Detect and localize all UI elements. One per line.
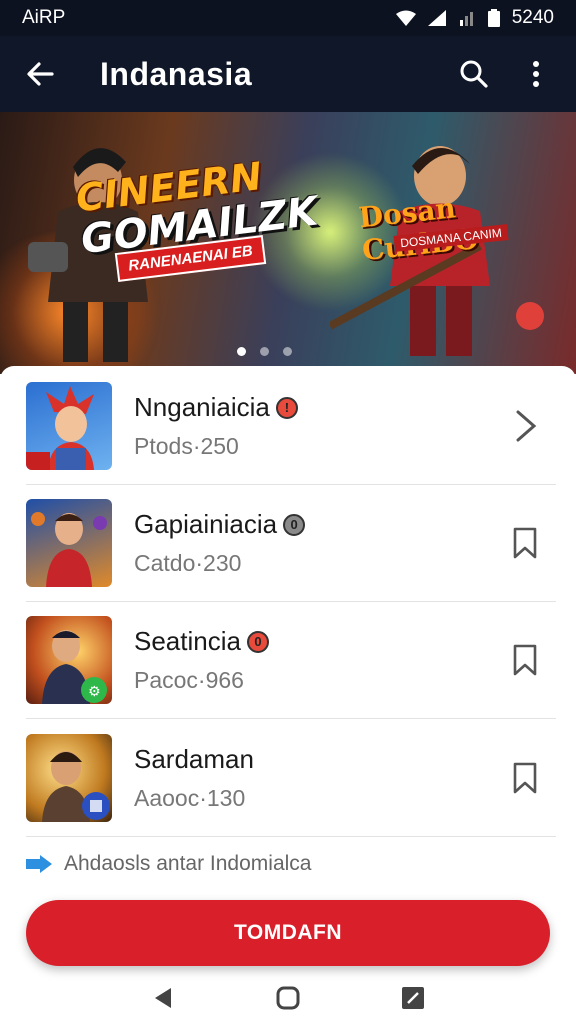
- item-name-row: Seatincia 0: [134, 626, 502, 657]
- nav-home-button[interactable]: [268, 978, 308, 1018]
- bookmark-icon: [513, 762, 537, 794]
- search-icon: [460, 60, 488, 88]
- list-item[interactable]: ⚙ Seatincia 0 Pacoc·966: [26, 602, 556, 719]
- footer-note[interactable]: Ahdaosls antar Indomialca: [26, 852, 311, 876]
- more-vert-icon: [533, 61, 539, 87]
- bookmark-icon: [513, 527, 537, 559]
- nav-recents-icon: [402, 987, 425, 1009]
- chevron-right-icon: [516, 410, 537, 442]
- item-text: Sardaman Aaooc·130: [134, 744, 502, 812]
- status-bar: AiRP 5240: [0, 0, 576, 36]
- nav-back-button[interactable]: [143, 978, 183, 1018]
- item-thumbnail: [26, 499, 112, 587]
- item-subtitle: Pacoc·966: [134, 667, 244, 693]
- carousel-dots: [0, 347, 552, 356]
- time-label: 5240: [511, 7, 554, 28]
- more-menu-button[interactable]: [514, 52, 558, 96]
- bookmark-button[interactable]: [502, 755, 548, 801]
- bookmark-button[interactable]: [502, 637, 548, 683]
- list-item[interactable]: Gapiainiacia 0 Catdo·230: [26, 485, 556, 602]
- item-text: Seatincia 0 Pacoc·966: [134, 626, 502, 694]
- carousel-dot-2[interactable]: [259, 347, 269, 356]
- item-subtitle: Ptods·250: [134, 433, 239, 459]
- bookmark-icon: [513, 644, 537, 676]
- list-item[interactable]: Sardaman Aaooc·130: [26, 720, 556, 837]
- app-bar: Indanasia: [0, 36, 576, 112]
- nav-recents-button[interactable]: [393, 978, 433, 1018]
- character-thumb-icon: [31, 512, 107, 587]
- system-nav-bar: [0, 972, 576, 1024]
- status-badge-icon: 0: [246, 630, 269, 653]
- item-thumbnail: [26, 382, 112, 470]
- signal-icon: [427, 10, 446, 26]
- character-thumb-icon: [42, 751, 110, 822]
- primary-cta-button[interactable]: TOMDAFN: [26, 900, 550, 966]
- item-thumbnail: ⚙: [26, 616, 112, 704]
- back-button[interactable]: [18, 52, 62, 96]
- open-item-button[interactable]: [502, 403, 548, 449]
- carousel-dot-1[interactable]: [236, 347, 246, 356]
- character-thumb-icon: [26, 386, 94, 470]
- footer-note-text: Ahdaosls antar Indomialca: [64, 852, 312, 875]
- status-badge-icon: !: [275, 396, 298, 419]
- carousel-dot-3[interactable]: [282, 347, 292, 356]
- item-name-row: Nnganiaicia !: [134, 392, 502, 423]
- status-icons: 5240: [395, 7, 554, 29]
- character-thumb-icon: ⚙: [42, 630, 107, 704]
- wifi-icon: [395, 10, 416, 26]
- item-text: Gapiainiacia 0 Catdo·230: [134, 509, 502, 577]
- nav-home-icon: [276, 986, 300, 1010]
- bookmark-button[interactable]: [502, 520, 548, 566]
- banner-carousel[interactable]: CINEERN GOMAILZK RANENAENAI EB Dosan Cur…: [0, 112, 576, 374]
- signal-bars-icon: [459, 12, 473, 26]
- item-subtitle: Catdo·230: [134, 550, 242, 576]
- list-item[interactable]: Nnganiaicia ! Ptods·250: [26, 368, 556, 485]
- item-thumbnail: [26, 734, 112, 822]
- item-subtitle: Aaooc·130: [134, 785, 246, 811]
- arrow-left-icon: [27, 62, 54, 86]
- item-name: Seatincia: [134, 626, 241, 656]
- svg-text:⚙: ⚙: [88, 684, 101, 700]
- item-name-row: Sardaman: [134, 744, 502, 775]
- status-badge-icon: 0: [283, 513, 306, 536]
- item-text: Nnganiaicia ! Ptods·250: [134, 392, 502, 460]
- item-name: Nnganiaicia: [134, 392, 270, 422]
- carrier-label: AiRP: [22, 7, 66, 28]
- arrow-right-icon: [26, 855, 52, 873]
- item-name-row: Gapiainiacia 0: [134, 509, 502, 540]
- nav-back-icon: [154, 988, 171, 1008]
- search-button[interactable]: [452, 52, 496, 96]
- item-name: Gapiainiacia: [134, 509, 278, 539]
- item-name: Sardaman: [134, 744, 254, 774]
- battery-icon: [487, 9, 500, 27]
- page-title: Indanasia: [100, 55, 253, 92]
